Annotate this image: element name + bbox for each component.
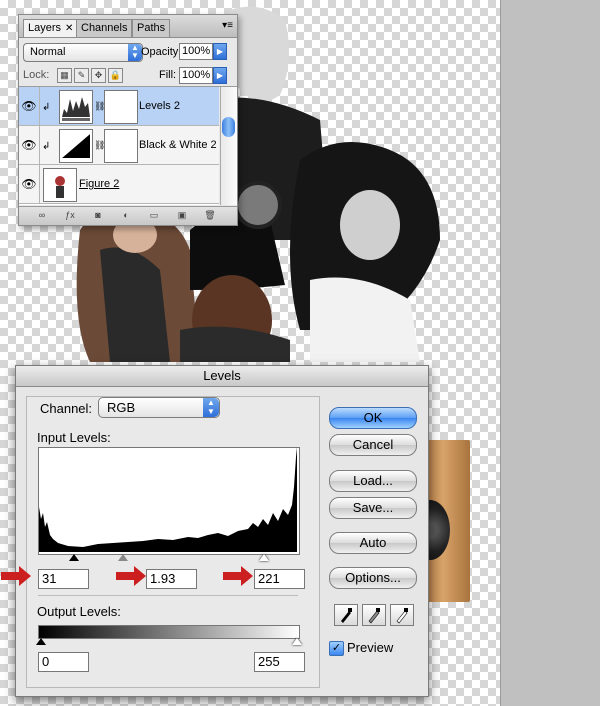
new-group-icon[interactable]: ▭ xyxy=(147,209,161,222)
layer-name: Black & White 2 xyxy=(139,139,217,151)
input-gamma-field[interactable]: 1.93 xyxy=(146,569,197,589)
output-white-field[interactable]: 255 xyxy=(254,652,305,672)
scrollbar-thumb[interactable] xyxy=(222,117,235,137)
layer-mask-thumbnail[interactable] xyxy=(104,90,138,124)
blend-mode-select[interactable]: Normal ▲ ▼ xyxy=(23,43,143,62)
tab-paths-label: Paths xyxy=(137,22,166,34)
updown-arrow-icon: ▲ ▼ xyxy=(128,44,142,61)
white-eyedropper-icon[interactable] xyxy=(390,604,414,626)
tab-channels-label: Channels xyxy=(81,22,128,34)
gray-eyedropper-icon[interactable] xyxy=(362,604,386,626)
layer-name: Figure 2 xyxy=(79,178,120,190)
layer-name: Levels 2 xyxy=(139,100,180,112)
panel-tab-bar: Layers ✕ Channels Paths ▾≡ xyxy=(19,15,237,38)
close-icon[interactable]: ✕ xyxy=(65,23,73,34)
tab-paths[interactable]: Paths xyxy=(132,19,171,37)
load-button[interactable]: Load... xyxy=(329,470,417,492)
panel-menu-icon[interactable]: ▾≡ xyxy=(222,20,233,31)
channel-select[interactable]: RGB ▲ ▼ xyxy=(98,397,220,418)
channel-label: Channel: xyxy=(40,401,93,416)
lock-position-icon[interactable]: ✥ xyxy=(91,68,106,83)
output-white-slider[interactable] xyxy=(292,638,302,645)
tab-layers-label: Layers xyxy=(28,22,62,34)
new-layer-icon[interactable]: ▣ xyxy=(175,209,189,222)
lock-pixels-icon[interactable]: ✎ xyxy=(74,68,89,83)
histogram-graph xyxy=(39,447,297,552)
preview-label: Preview xyxy=(347,640,394,655)
dialog-title: Levels xyxy=(16,366,428,387)
auto-button[interactable]: Auto xyxy=(329,532,417,554)
levels-dialog: Levels Channel: RGB ▲ ▼ Input Levels: 31 … xyxy=(1,365,429,697)
ok-button[interactable]: OK xyxy=(329,407,417,429)
lock-all-icon[interactable]: 🔒 xyxy=(108,68,123,83)
eye-icon[interactable]: 👁 xyxy=(19,87,40,125)
options-button[interactable]: Options... xyxy=(329,567,417,589)
layer-mask-thumbnail[interactable] xyxy=(104,129,138,163)
red-arrow-icon xyxy=(1,566,31,586)
output-black-field[interactable]: 0 xyxy=(38,652,89,672)
layer-style-icon[interactable]: ƒx xyxy=(63,209,77,222)
red-arrow-icon xyxy=(223,566,253,586)
levels-adjustment-thumbnail xyxy=(59,90,93,124)
eye-icon[interactable]: 👁 xyxy=(19,165,40,203)
trash-icon[interactable]: 🗑 xyxy=(203,209,217,222)
tab-channels[interactable]: Channels xyxy=(76,19,133,37)
clipping-arrow-icon: ↲ xyxy=(42,102,51,113)
opacity-label: Opacity: xyxy=(141,46,182,58)
layer-row-figure-2[interactable]: 👁 Figure 2 xyxy=(19,165,219,204)
adjustment-layer-icon[interactable]: ◐ xyxy=(119,209,133,222)
blend-mode-value: Normal xyxy=(30,46,66,58)
black-white-adjustment-thumbnail xyxy=(59,129,93,163)
layer-list: 👁 ↲ ⛓ Levels 2 👁 ↲ ⛓ Black & White 2 👁 F xyxy=(19,87,219,205)
opacity-input[interactable]: 100% xyxy=(179,43,213,60)
clipping-arrow-icon: ↲ xyxy=(42,141,51,152)
eye-icon[interactable]: 👁 xyxy=(19,126,40,164)
input-black-field[interactable]: 31 xyxy=(38,569,89,589)
figure-layer-thumbnail xyxy=(43,168,77,202)
fill-label: Fill: xyxy=(159,69,177,81)
lock-label: Lock: xyxy=(23,69,50,81)
black-eyedropper-icon[interactable] xyxy=(334,604,358,626)
fill-input[interactable]: 100% xyxy=(179,67,213,84)
fill-flyout-icon[interactable]: ▶ xyxy=(213,67,227,84)
output-black-slider[interactable] xyxy=(36,638,46,645)
layer-row-levels-2[interactable]: 👁 ↲ ⛓ Levels 2 xyxy=(19,87,219,126)
link-layers-icon[interactable]: ∞ xyxy=(35,209,49,222)
channel-value: RGB xyxy=(107,400,136,415)
lock-transparent-icon[interactable]: ▦ xyxy=(57,68,72,83)
save-button[interactable]: Save... xyxy=(329,497,417,519)
layers-panel-footer: ∞ ƒx ◙ ◐ ▭ ▣ 🗑 xyxy=(19,206,237,225)
layer-row-black-white-2[interactable]: 👁 ↲ ⛓ Black & White 2 xyxy=(19,126,219,165)
input-white-slider[interactable] xyxy=(259,554,269,561)
tab-layers[interactable]: Layers ✕ xyxy=(23,19,79,37)
opacity-flyout-icon[interactable]: ▶ xyxy=(213,43,227,60)
input-levels-label: Input Levels: xyxy=(37,430,111,445)
preview-checkbox[interactable]: ✓ xyxy=(329,641,344,656)
add-mask-icon[interactable]: ◙ xyxy=(91,209,105,222)
input-gamma-slider[interactable] xyxy=(118,554,128,561)
output-levels-label: Output Levels: xyxy=(37,604,121,619)
canvas-background-gray xyxy=(500,0,600,706)
layers-panel: Layers ✕ Channels Paths ▾≡ Normal ▲ ▼ Opac… xyxy=(18,14,238,226)
cancel-button[interactable]: Cancel xyxy=(329,434,417,456)
output-gradient-bar xyxy=(38,625,300,639)
input-black-slider[interactable] xyxy=(69,554,79,561)
red-arrow-icon xyxy=(116,566,146,586)
divider xyxy=(38,595,298,596)
updown-arrow-icon: ▲ ▼ xyxy=(203,398,219,417)
layers-scrollbar[interactable] xyxy=(220,87,237,205)
input-white-field[interactable]: 221 xyxy=(254,569,305,589)
